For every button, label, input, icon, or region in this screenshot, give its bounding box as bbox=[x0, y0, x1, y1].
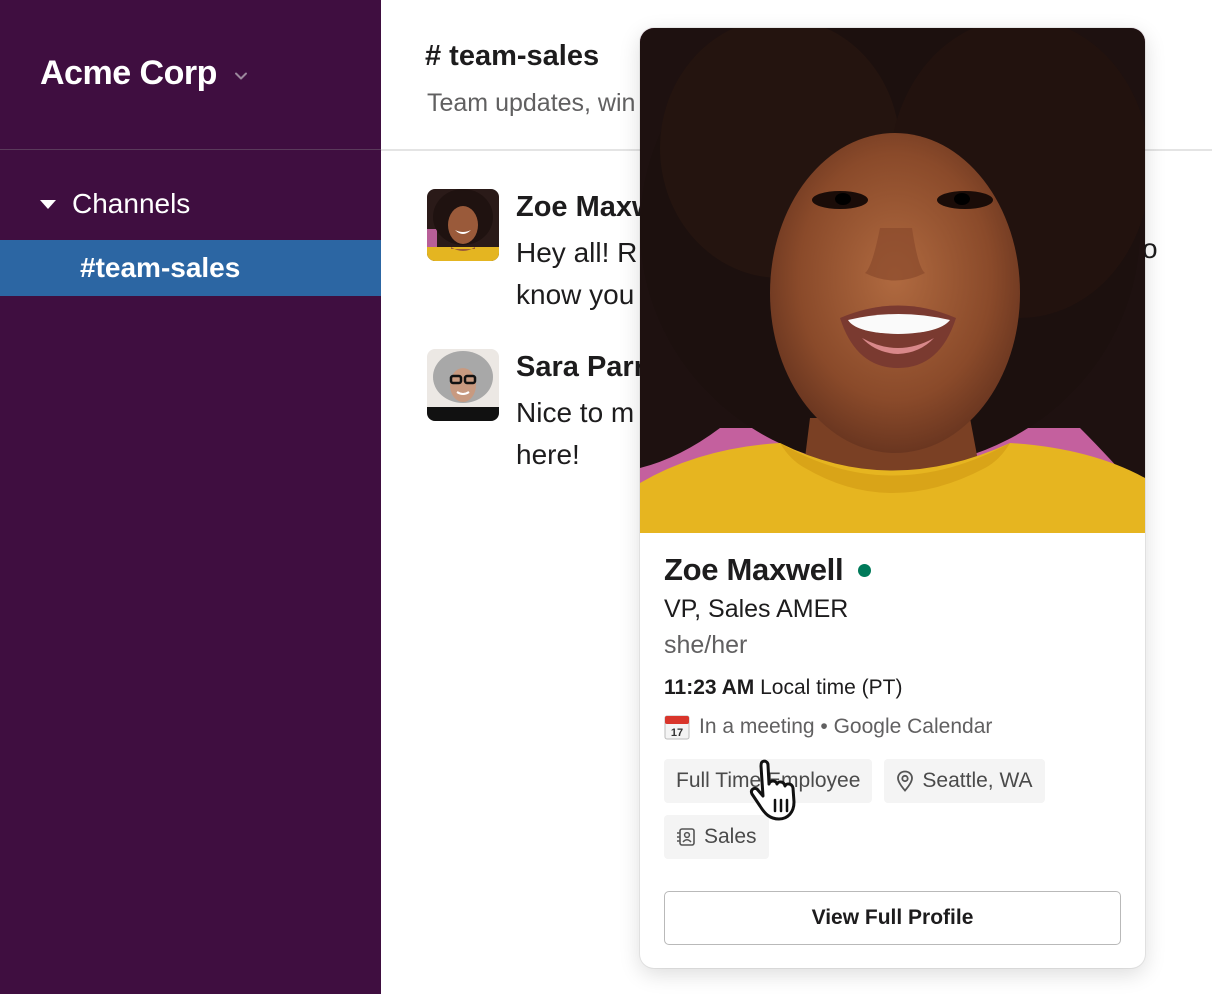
hand-pointer-cursor-icon bbox=[750, 759, 796, 821]
profile-pronouns: she/her bbox=[664, 631, 748, 659]
profile-tags: Full Time Employee Seattle, WA Sales bbox=[664, 759, 1084, 871]
message-author[interactable]: Zoe Maxw bbox=[516, 189, 655, 225]
tag-location[interactable]: Seattle, WA bbox=[884, 759, 1045, 803]
channels-section-label: Channels bbox=[72, 188, 191, 219]
profile-card: Zoe Maxwell VP, Sales AMER she/her 11:23… bbox=[640, 28, 1145, 968]
channel-topic: Team updates, win bbox=[427, 89, 636, 117]
tag-label: Sales bbox=[704, 825, 757, 848]
workspace-name[interactable]: Acme Corp bbox=[40, 54, 217, 93]
channel-label: #team-sales bbox=[80, 252, 241, 283]
status-row: 17 In a meeting • Google Calendar bbox=[664, 711, 1124, 743]
workspace-header[interactable]: Acme Corp bbox=[0, 0, 381, 150]
sara-avatar[interactable] bbox=[427, 349, 499, 421]
message: Sara Parr Nice to m here! bbox=[427, 349, 645, 483]
local-time-value: 11:23 AM bbox=[664, 676, 755, 699]
calendar-day: 17 bbox=[671, 727, 683, 739]
profile-details: Zoe Maxwell VP, Sales AMER she/her 11:23… bbox=[664, 550, 1124, 871]
caret-down-icon[interactable] bbox=[38, 194, 58, 214]
channels-section-toggle[interactable]: Channels bbox=[38, 188, 190, 220]
app: Acme Corp Channels #team-sales # team-sa… bbox=[0, 0, 1212, 994]
presence-active-icon bbox=[858, 563, 872, 577]
contact-card-icon bbox=[677, 828, 695, 846]
message: Zoe Maxw Hey all! R know you bbox=[427, 189, 655, 323]
local-time: 11:23 AM Local time (PT) bbox=[664, 672, 1124, 704]
sidebar-item-team-sales[interactable]: #team-sales bbox=[0, 240, 381, 296]
local-time-label: Local time (PT) bbox=[754, 676, 903, 699]
channel-title[interactable]: # team-sales bbox=[425, 40, 599, 73]
profile-title: VP, Sales AMER bbox=[664, 595, 849, 623]
zoe-avatar[interactable] bbox=[427, 189, 499, 261]
status-text: In a meeting • Google Calendar bbox=[699, 715, 993, 738]
sidebar: Acme Corp Channels #team-sales bbox=[0, 0, 381, 994]
tag-label: Seattle, WA bbox=[922, 769, 1033, 792]
profile-name: Zoe Maxwell bbox=[664, 552, 844, 587]
chevron-down-icon[interactable] bbox=[233, 68, 249, 84]
location-pin-icon bbox=[897, 770, 914, 792]
profile-photo bbox=[640, 28, 1145, 533]
calendar-icon: 17 bbox=[664, 715, 690, 740]
message-author[interactable]: Sara Parr bbox=[516, 349, 645, 385]
message-text-line: know you bbox=[516, 279, 635, 310]
view-full-profile-button[interactable]: View Full Profile bbox=[664, 891, 1121, 945]
